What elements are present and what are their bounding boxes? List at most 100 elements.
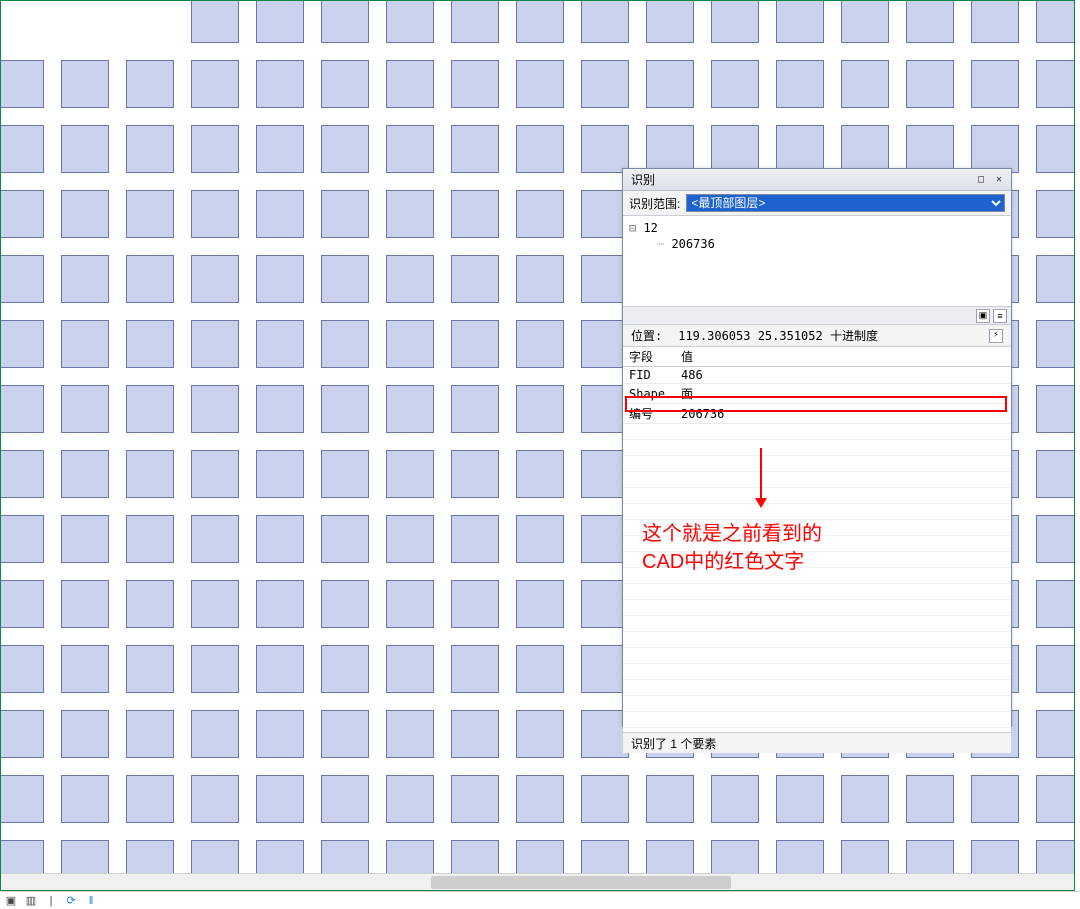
grid-cell[interactable] xyxy=(451,0,499,43)
grid-cell[interactable] xyxy=(126,125,174,173)
grid-cell[interactable] xyxy=(646,60,694,108)
grid-cell[interactable] xyxy=(581,0,629,43)
grid-cell[interactable] xyxy=(516,580,564,628)
grid-cell[interactable] xyxy=(451,125,499,173)
grid-cell[interactable] xyxy=(191,320,239,368)
grid-cell[interactable] xyxy=(386,775,434,823)
maximize-icon[interactable]: □ xyxy=(973,173,989,187)
grid-cell[interactable] xyxy=(61,450,109,498)
grid-cell[interactable] xyxy=(386,255,434,303)
grid-cell[interactable] xyxy=(581,775,629,823)
grid-cell[interactable] xyxy=(191,450,239,498)
grid-cell[interactable] xyxy=(516,515,564,563)
grid-cell[interactable] xyxy=(191,125,239,173)
grid-cell[interactable] xyxy=(386,710,434,758)
grid-cell[interactable] xyxy=(191,60,239,108)
refresh-icon[interactable]: ⟳ xyxy=(64,894,78,908)
grid-cell[interactable] xyxy=(256,710,304,758)
grid-cell[interactable] xyxy=(61,775,109,823)
grid-cell[interactable] xyxy=(1036,515,1075,563)
grid-cell[interactable] xyxy=(256,125,304,173)
grid-cell[interactable] xyxy=(61,60,109,108)
grid-cell[interactable] xyxy=(126,580,174,628)
grid-cell[interactable] xyxy=(191,515,239,563)
grid-cell[interactable] xyxy=(386,580,434,628)
grid-cell[interactable] xyxy=(321,710,369,758)
horizontal-scrollbar[interactable] xyxy=(1,873,1075,890)
grid-cell[interactable] xyxy=(841,0,889,43)
grid-cell[interactable] xyxy=(256,190,304,238)
table-row[interactable]: 编号 206736 xyxy=(623,404,1011,424)
status-box2-icon[interactable]: ▥ xyxy=(24,894,38,908)
grid-cell[interactable] xyxy=(971,125,1019,173)
grid-cell[interactable] xyxy=(61,190,109,238)
grid-cell[interactable] xyxy=(0,60,44,108)
grid-cell[interactable] xyxy=(1036,60,1075,108)
grid-cell[interactable] xyxy=(386,645,434,693)
grid-cell[interactable] xyxy=(0,190,44,238)
grid-cell[interactable] xyxy=(776,125,824,173)
grid-cell[interactable] xyxy=(451,580,499,628)
grid-cell[interactable] xyxy=(516,645,564,693)
grid-cell[interactable] xyxy=(1036,320,1075,368)
grid-cell[interactable] xyxy=(516,775,564,823)
menu-icon[interactable]: ≡ xyxy=(993,309,1007,323)
grid-cell[interactable] xyxy=(711,0,759,43)
grid-cell[interactable] xyxy=(61,515,109,563)
grid-cell[interactable] xyxy=(0,645,44,693)
grid-cell[interactable] xyxy=(516,450,564,498)
grid-cell[interactable] xyxy=(321,320,369,368)
grid-cell[interactable] xyxy=(451,450,499,498)
grid-cell[interactable] xyxy=(1036,0,1075,43)
identify-tree[interactable]: 12 206736 xyxy=(623,215,1011,307)
grid-cell[interactable] xyxy=(0,775,44,823)
grid-cell[interactable] xyxy=(451,385,499,433)
grid-cell[interactable] xyxy=(0,0,44,43)
grid-cell[interactable] xyxy=(256,580,304,628)
grid-cell[interactable] xyxy=(646,775,694,823)
grid-cell[interactable] xyxy=(516,710,564,758)
grid-cell[interactable] xyxy=(516,255,564,303)
dialog-titlebar[interactable]: 识别 □ ✕ xyxy=(623,169,1011,191)
grid-cell[interactable] xyxy=(0,710,44,758)
grid-cell[interactable] xyxy=(126,60,174,108)
grid-cell[interactable] xyxy=(191,645,239,693)
grid-cell[interactable] xyxy=(126,645,174,693)
grid-cell[interactable] xyxy=(191,190,239,238)
grid-cell[interactable] xyxy=(1036,125,1075,173)
tree-root[interactable]: 12 xyxy=(629,220,1005,236)
grid-cell[interactable] xyxy=(126,775,174,823)
grid-cell[interactable] xyxy=(451,710,499,758)
grid-cell[interactable] xyxy=(321,385,369,433)
identify-dialog[interactable]: 识别 □ ✕ 识别范围: <最顶部图层> 12 206736 ▣ ≡ 位置: 1… xyxy=(622,168,1012,727)
grid-cell[interactable] xyxy=(516,385,564,433)
grid-cell[interactable] xyxy=(386,0,434,43)
grid-cell[interactable] xyxy=(451,255,499,303)
grid-cell[interactable] xyxy=(516,60,564,108)
grid-cell[interactable] xyxy=(0,580,44,628)
grid-cell[interactable] xyxy=(451,60,499,108)
grid-cell[interactable] xyxy=(61,125,109,173)
grid-cell[interactable] xyxy=(711,60,759,108)
grid-cell[interactable] xyxy=(1036,190,1075,238)
grid-cell[interactable] xyxy=(61,645,109,693)
grid-cell[interactable] xyxy=(1036,255,1075,303)
grid-cell[interactable] xyxy=(451,190,499,238)
grid-cell[interactable] xyxy=(256,450,304,498)
grid-cell[interactable] xyxy=(61,255,109,303)
grid-cell[interactable] xyxy=(516,190,564,238)
grid-cell[interactable] xyxy=(451,775,499,823)
grid-cell[interactable] xyxy=(61,0,109,43)
grid-cell[interactable] xyxy=(776,0,824,43)
grid-cell[interactable] xyxy=(0,255,44,303)
grid-cell[interactable] xyxy=(646,0,694,43)
grid-cell[interactable] xyxy=(0,125,44,173)
grid-cell[interactable] xyxy=(386,320,434,368)
grid-cell[interactable] xyxy=(451,320,499,368)
grid-cell[interactable] xyxy=(61,320,109,368)
grid-cell[interactable] xyxy=(191,710,239,758)
grid-cell[interactable] xyxy=(321,645,369,693)
grid-cell[interactable] xyxy=(256,0,304,43)
grid-cell[interactable] xyxy=(516,320,564,368)
grid-cell[interactable] xyxy=(126,450,174,498)
